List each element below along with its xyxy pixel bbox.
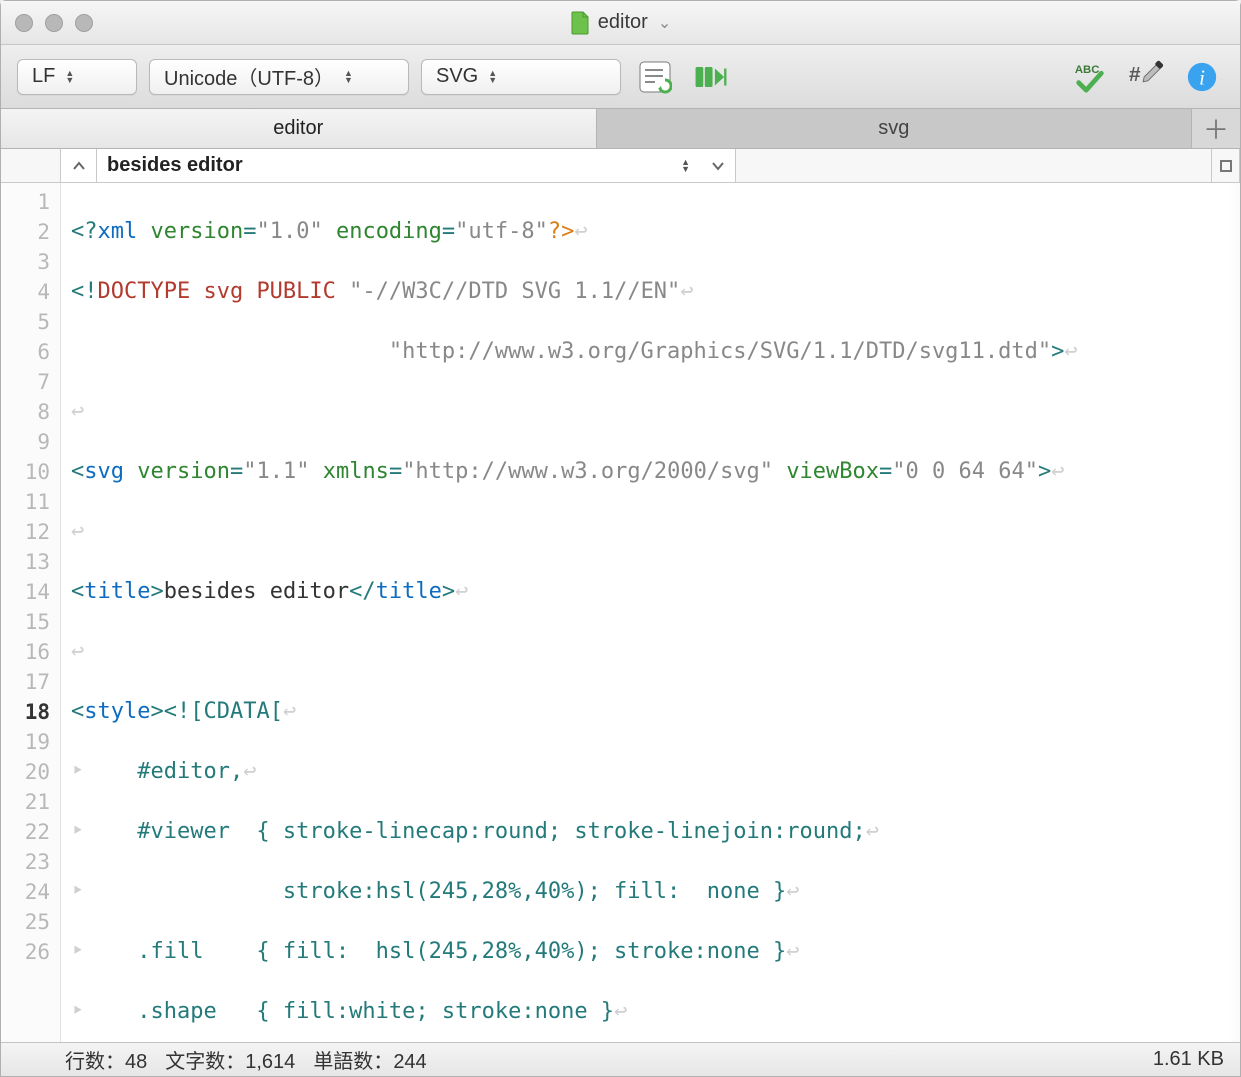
- toolbar: LF ▲▼ Unicode（UTF-8） ▲▼ SVG ▲▼ ABC: [1, 45, 1240, 109]
- code-area[interactable]: <?xml version="1.0" encoding="utf-8"?>↩ …: [61, 183, 1240, 1042]
- plus-icon: ＋: [1203, 110, 1229, 147]
- color-picker-button[interactable]: #: [1124, 57, 1168, 97]
- status-chars: 文字数：1,614: [165, 1045, 295, 1074]
- document-icon: [570, 11, 590, 35]
- chevron-up-icon: [72, 159, 86, 173]
- zoom-window-button[interactable]: [75, 14, 93, 32]
- outline-prev-button[interactable]: [61, 149, 97, 182]
- line-endings-value: LF: [32, 65, 55, 88]
- select-arrows-icon: ▲▼: [488, 70, 497, 84]
- svg-text:#: #: [1129, 62, 1141, 85]
- status-lines: 行数：48: [65, 1045, 147, 1074]
- svg-text:i: i: [1199, 66, 1205, 89]
- line-endings-select[interactable]: LF ▲▼: [17, 59, 137, 95]
- syntax-value: SVG: [436, 65, 478, 88]
- tab-bar: editor svg ＋: [1, 109, 1240, 149]
- window-title: editor ⌄: [1, 11, 1240, 35]
- new-tab-button[interactable]: ＋: [1192, 109, 1240, 148]
- encoding-select[interactable]: Unicode（UTF-8） ▲▼: [149, 59, 409, 95]
- vertical-scrollbar[interactable]: [1226, 183, 1240, 1042]
- status-words: 単語数：244: [313, 1045, 426, 1074]
- square-icon: [1220, 160, 1232, 172]
- nav-gutter-pad: [1, 149, 61, 182]
- wrap-icon: [638, 60, 672, 94]
- tab-label: editor: [273, 117, 323, 140]
- syntax-select[interactable]: SVG ▲▼: [421, 59, 621, 95]
- outline-select[interactable]: besides editor ▲▼: [97, 149, 700, 182]
- invisibles-button[interactable]: [689, 57, 733, 97]
- info-icon: i: [1185, 60, 1219, 94]
- nav-spacer: [736, 149, 1212, 182]
- close-window-button[interactable]: [15, 14, 33, 32]
- select-arrows-icon: ▲▼: [681, 159, 690, 173]
- select-arrows-icon: ▲▼: [65, 70, 74, 84]
- navigation-bar: besides editor ▲▼: [1, 149, 1240, 183]
- tab-label: svg: [878, 117, 909, 140]
- chevron-down-icon: [711, 159, 725, 173]
- outline-next-button[interactable]: [700, 149, 736, 182]
- window-title-text: editor: [598, 11, 648, 34]
- svg-text:ABC: ABC: [1075, 64, 1100, 76]
- window-controls: [15, 14, 93, 32]
- status-filesize: 1.61 KB: [1153, 1048, 1224, 1071]
- line-number-gutter[interactable]: 1234567891011121314151617181920212223242…: [1, 183, 61, 1042]
- tab-editor[interactable]: editor: [1, 109, 597, 148]
- editor-area: 1234567891011121314151617181920212223242…: [1, 183, 1240, 1042]
- wrap-lines-button[interactable]: [633, 57, 677, 97]
- status-bar: 行数：48 文字数：1,614 単語数：244 1.61 KB: [1, 1042, 1240, 1076]
- titlebar: editor ⌄: [1, 1, 1240, 45]
- info-button[interactable]: i: [1180, 57, 1224, 97]
- chevron-down-icon[interactable]: ⌄: [658, 13, 671, 33]
- color-picker-icon: #: [1129, 60, 1163, 94]
- split-view-button[interactable]: [1212, 149, 1240, 182]
- encoding-value: Unicode（UTF-8）: [164, 62, 334, 91]
- outline-label: besides editor: [107, 154, 243, 177]
- select-arrows-icon: ▲▼: [344, 70, 353, 84]
- tab-svg[interactable]: svg: [597, 109, 1193, 148]
- spellcheck-button[interactable]: ABC: [1068, 57, 1112, 97]
- minimize-window-button[interactable]: [45, 14, 63, 32]
- spellcheck-icon: ABC: [1073, 60, 1107, 94]
- invisibles-icon: [694, 60, 728, 94]
